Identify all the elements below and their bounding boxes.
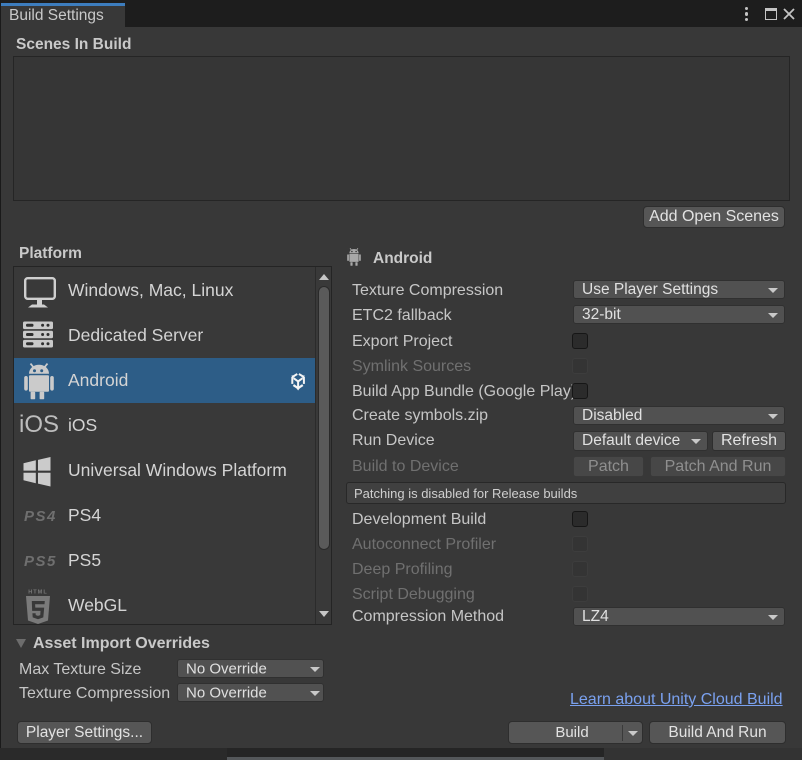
svg-text:HTML: HTML bbox=[28, 590, 48, 596]
